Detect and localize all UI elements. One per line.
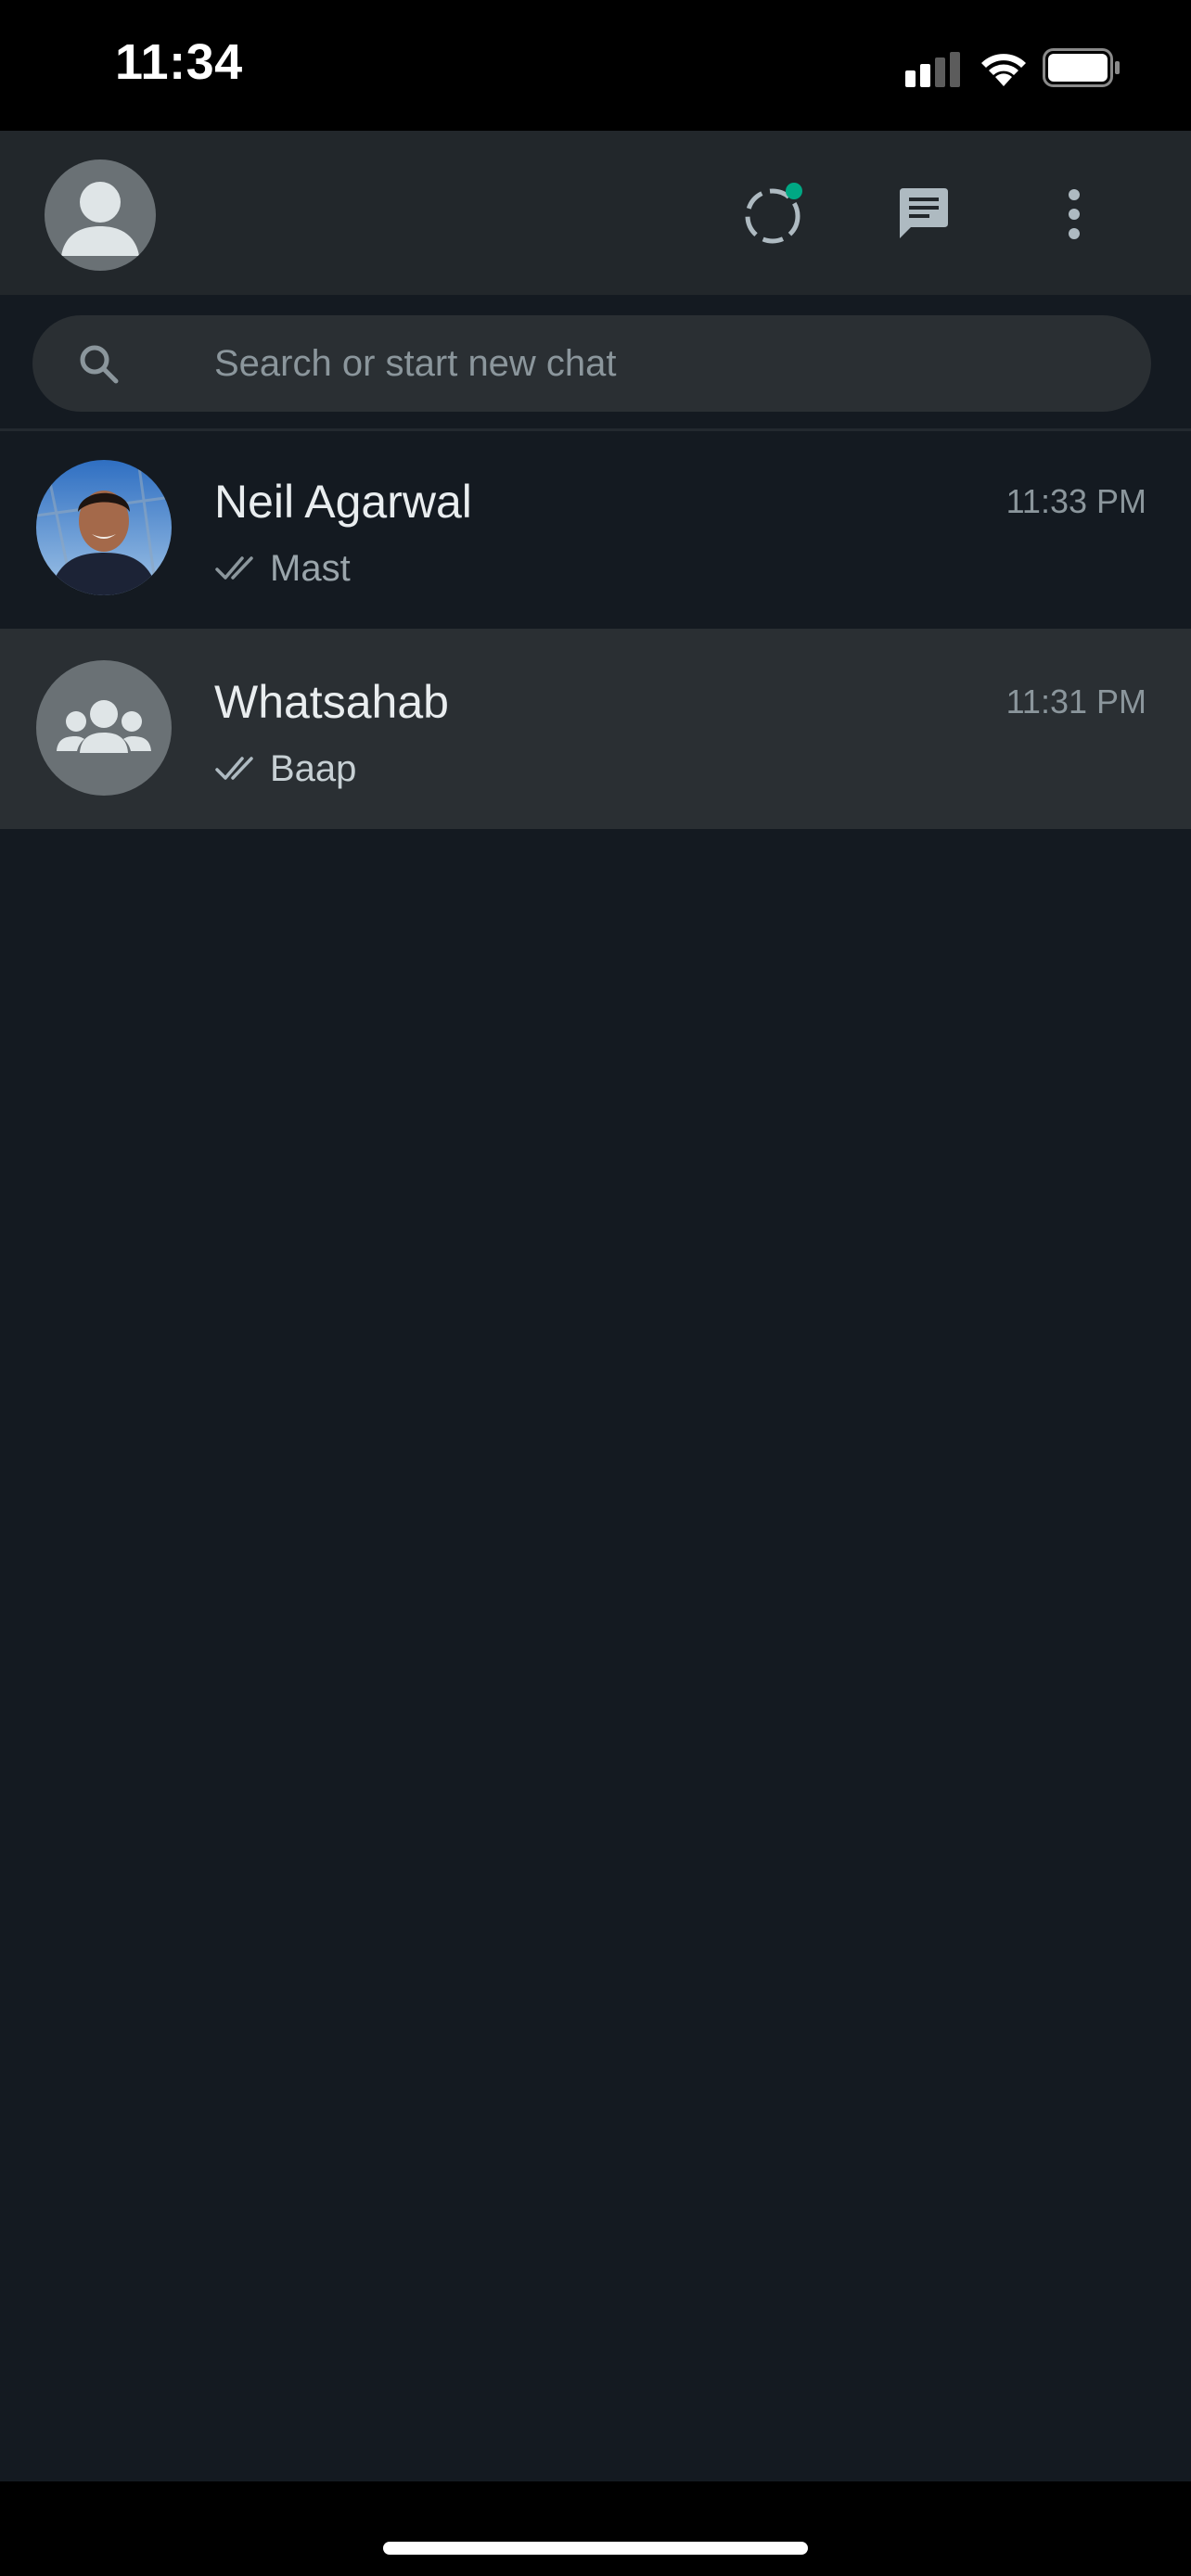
search-input[interactable] bbox=[214, 315, 1123, 412]
home-indicator[interactable] bbox=[383, 2542, 808, 2555]
chat-name: Neil Agarwal bbox=[214, 476, 472, 528]
group-avatar[interactable] bbox=[36, 660, 172, 796]
new-chat-icon bbox=[900, 188, 948, 238]
new-chat-button[interactable] bbox=[887, 173, 961, 255]
status-bar: 11:34 bbox=[0, 0, 1191, 131]
double-check-icon bbox=[215, 556, 253, 580]
chat-list-item[interactable]: Neil Agarwal 11:33 PM Mast bbox=[0, 428, 1191, 629]
last-message: Baap bbox=[270, 747, 357, 789]
chat-timestamp: 11:33 PM bbox=[1005, 482, 1146, 520]
signal-icon bbox=[905, 52, 960, 87]
status-icon bbox=[745, 183, 802, 244]
home-bar bbox=[0, 2481, 1191, 2576]
battery-icon bbox=[1043, 48, 1120, 87]
default-avatar-icon bbox=[61, 182, 139, 256]
contact-photo-avatar[interactable] bbox=[36, 460, 172, 595]
wifi-icon bbox=[981, 54, 1026, 86]
search-icon bbox=[80, 345, 119, 384]
app-header bbox=[0, 131, 1191, 295]
double-check-icon bbox=[215, 757, 253, 780]
chat-preview: Mast bbox=[214, 545, 351, 592]
status-time: 11:34 bbox=[115, 34, 243, 90]
chat-timestamp: 11:31 PM bbox=[1005, 682, 1146, 721]
contact-photo bbox=[36, 460, 172, 595]
more-options-button[interactable] bbox=[1037, 173, 1111, 255]
group-icon bbox=[57, 700, 151, 753]
chat-list-item[interactable]: Whatsahab 11:31 PM Baap bbox=[0, 629, 1191, 829]
profile-avatar[interactable] bbox=[45, 159, 156, 271]
chat-name: Whatsahab bbox=[214, 676, 449, 728]
search-section bbox=[0, 295, 1191, 431]
more-options-icon bbox=[1069, 189, 1080, 239]
status-button[interactable] bbox=[736, 173, 810, 255]
chat-preview: Baap bbox=[214, 746, 356, 792]
search-bar[interactable] bbox=[32, 315, 1151, 412]
last-message: Mast bbox=[270, 547, 351, 589]
